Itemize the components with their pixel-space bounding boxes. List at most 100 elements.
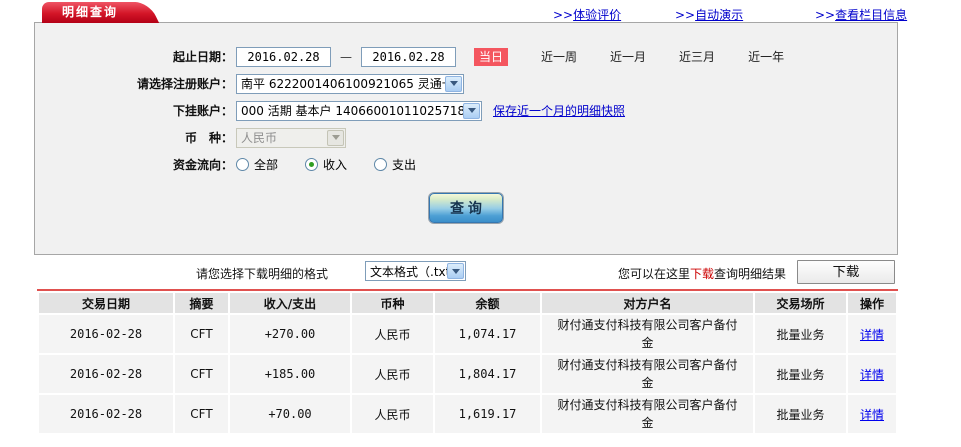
quick-range-week[interactable]: 近一周 — [541, 48, 577, 65]
link-auto-demo[interactable]: >>自动演示 — [675, 6, 743, 23]
link-label: 体验评价 — [573, 8, 622, 22]
fund-flow-option-income[interactable]: 收入 — [305, 156, 347, 173]
fund-flow-row: 资金流向： 全部 收入 支出 — [35, 154, 897, 175]
transactions-table: 交易日期 摘要 收入/支出 币种 余额 对方户名 交易场所 操作 2016-02… — [37, 291, 898, 435]
download-format-label: 请您选择下载明细的格式 — [196, 267, 329, 281]
cell-trade-date: 2016-02-28 — [39, 315, 173, 353]
link-prefix: >> — [553, 8, 574, 22]
hint-text: 您可以在这里 — [618, 267, 691, 281]
currency-select: 人民币 — [236, 127, 346, 148]
fund-flow-option-all[interactable]: 全部 — [236, 156, 278, 173]
cell-currency: 人民币 — [352, 355, 433, 393]
page: 明细查询 >>体验评价 >>自动演示 >>查看栏目信息 起止日期： — 当日 近… — [0, 0, 961, 447]
table-header-row: 交易日期 摘要 收入/支出 币种 余额 对方户名 交易场所 操作 — [39, 293, 896, 313]
radio-label: 支出 — [392, 158, 417, 172]
register-account-select[interactable]: 南平 6222001406100921065 灵通卡 — [236, 73, 464, 94]
cell-amount: +270.00 — [230, 315, 350, 353]
download-button[interactable]: 下载 — [797, 260, 895, 284]
sub-account-label: 下挂账户： — [172, 104, 233, 118]
sub-account-content: 000 活期 基本户 1406600101102571848 保存近一个月的明细… — [236, 100, 625, 121]
cell-counterparty: 财付通支付科技有限公司客户备付金 — [542, 395, 753, 433]
tab-title: 明细查询 — [61, 5, 118, 19]
detail-link[interactable]: 详情 — [860, 328, 884, 342]
cell-balance: 1,619.17 — [435, 395, 540, 433]
col-summary: 摘要 — [175, 293, 228, 313]
dropdown-arrow-icon[interactable] — [463, 102, 480, 119]
sub-account-value: 000 活期 基本户 1406600101102571848 — [241, 104, 481, 118]
cell-venue: 批量业务 — [755, 315, 846, 353]
register-account-row: 请选择注册账户： 南平 6222001406100921065 灵通卡 — [35, 73, 897, 94]
cell-trade-date: 2016-02-28 — [39, 395, 173, 433]
date-range-row: 起止日期： — 当日 近一周 近一月 近三月 近一年 — [35, 46, 897, 67]
results-table-wrap: 交易日期 摘要 收入/支出 币种 余额 对方户名 交易场所 操作 2016-02… — [37, 289, 898, 435]
col-action: 操作 — [848, 293, 896, 313]
cell-counterparty: 财付通支付科技有限公司客户备付金 — [542, 355, 753, 393]
fund-flow-option-expense[interactable]: 支出 — [374, 156, 416, 173]
query-button[interactable]: 查 询 — [429, 193, 503, 223]
col-income-expense: 收入/支出 — [230, 293, 350, 313]
col-counterparty: 对方户名 — [542, 293, 753, 313]
link-label: 查看栏目信息 — [835, 8, 908, 22]
radio-label: 全部 — [254, 158, 279, 172]
cell-balance: 1,074.17 — [435, 315, 540, 353]
download-bar: 请您选择下载明细的格式 文本格式（.txt） 您可以在这里下载查询明细结果 下载 — [0, 258, 961, 288]
link-label: 自动演示 — [695, 8, 744, 22]
dropdown-arrow-icon — [327, 129, 344, 146]
cell-summary: CFT — [175, 355, 228, 393]
cell-summary: CFT — [175, 315, 228, 353]
end-date-input[interactable] — [361, 46, 456, 67]
tab-detail-query[interactable]: 明细查询 — [42, 2, 138, 23]
fund-flow-content: 全部 收入 支出 — [236, 156, 443, 173]
link-prefix: >> — [815, 8, 836, 22]
sub-account-select[interactable]: 000 活期 基本户 1406600101102571848 — [236, 100, 482, 121]
date-range-content: — 当日 近一周 近一月 近三月 近一年 — [236, 46, 784, 67]
quick-range-quarter[interactable]: 近三月 — [679, 48, 715, 65]
download-hint: 您可以在这里下载查询明细结果 — [618, 265, 786, 282]
dropdown-arrow-icon[interactable] — [447, 263, 464, 279]
fund-flow-label: 资金流向： — [172, 158, 233, 172]
quick-range-year[interactable]: 近一年 — [748, 48, 784, 65]
currency-label: 币 种： — [184, 131, 233, 145]
register-account-value: 南平 6222001406100921065 灵通卡 — [241, 77, 454, 91]
cell-counterparty: 财付通支付科技有限公司客户备付金 — [542, 315, 753, 353]
query-form-panel: 起止日期： — 当日 近一周 近一月 近三月 近一年 请选择注册账户： 南平 6… — [34, 22, 898, 255]
table-row: 2016-02-28 CFT +70.00 人民币 1,619.17 财付通支付… — [39, 395, 896, 433]
cell-venue: 批量业务 — [755, 355, 846, 393]
col-balance: 余额 — [435, 293, 540, 313]
cell-currency: 人民币 — [352, 315, 433, 353]
col-trade-date: 交易日期 — [39, 293, 173, 313]
cell-amount: +185.00 — [230, 355, 350, 393]
sub-account-row: 下挂账户： 000 活期 基本户 1406600101102571848 保存近… — [35, 100, 897, 121]
table-row: 2016-02-28 CFT +270.00 人民币 1,074.17 财付通支… — [39, 315, 896, 353]
radio-unchecked-icon[interactable] — [374, 158, 388, 171]
date-range-label: 起止日期： — [172, 50, 233, 64]
date-separator: — — [340, 49, 352, 64]
snapshot-link[interactable]: 保存近一个月的明细快照 — [493, 102, 625, 119]
register-account-label: 请选择注册账户： — [136, 77, 233, 91]
cell-venue: 批量业务 — [755, 395, 846, 433]
radio-unchecked-icon[interactable] — [236, 158, 249, 171]
hint-download-word: 下载 — [690, 267, 715, 281]
register-account-content: 南平 6222001406100921065 灵通卡 — [236, 73, 464, 94]
link-view-column-info[interactable]: >>查看栏目信息 — [815, 6, 907, 23]
cell-amount: +70.00 — [230, 395, 350, 433]
link-prefix: >> — [675, 8, 696, 22]
cell-currency: 人民币 — [352, 395, 433, 433]
radio-checked-icon[interactable] — [305, 158, 319, 171]
cell-trade-date: 2016-02-28 — [39, 355, 173, 393]
query-button-row: 查 询 — [35, 193, 897, 223]
col-venue: 交易场所 — [755, 293, 846, 313]
dropdown-arrow-icon[interactable] — [445, 75, 462, 92]
detail-link[interactable]: 详情 — [860, 368, 884, 382]
detail-link[interactable]: 详情 — [860, 408, 884, 422]
start-date-input[interactable] — [236, 46, 331, 67]
cell-summary: CFT — [175, 395, 228, 433]
radio-label: 收入 — [323, 158, 348, 172]
quick-range-month[interactable]: 近一月 — [610, 48, 646, 65]
table-row: 2016-02-28 CFT +185.00 人民币 1,804.17 财付通支… — [39, 355, 896, 393]
cell-balance: 1,804.17 — [435, 355, 540, 393]
col-currency: 币种 — [352, 293, 433, 313]
download-format-select[interactable]: 文本格式（.txt） — [365, 261, 466, 281]
link-experience-review[interactable]: >>体验评价 — [553, 6, 621, 23]
quick-range-today[interactable]: 当日 — [474, 47, 509, 66]
